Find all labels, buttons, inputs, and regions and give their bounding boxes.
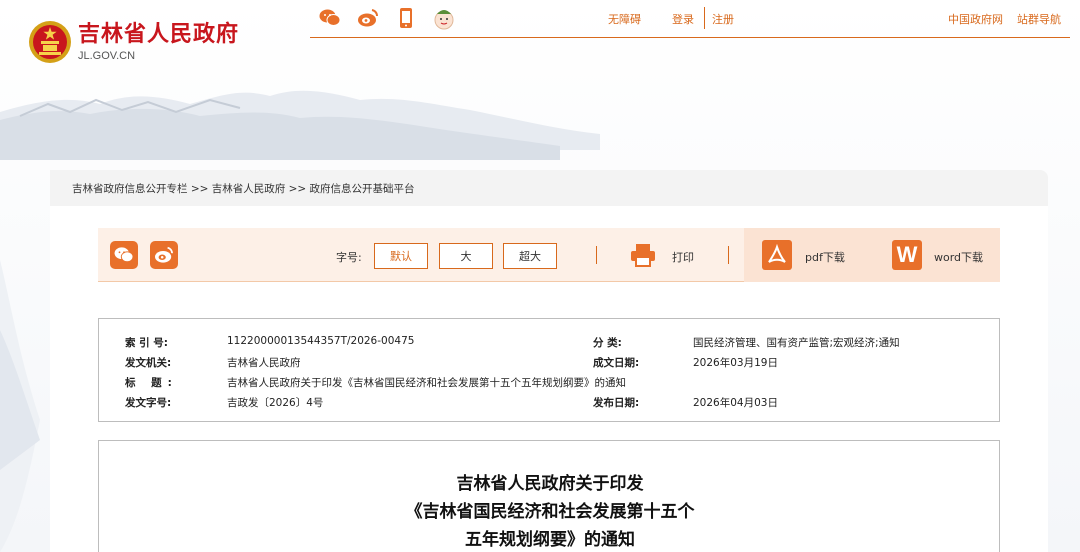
doc-no-label: 发文字号: xyxy=(125,397,172,409)
title-value: 吉林省人民政府关于印发《吉林省国民经济和社会发展第十五个五年规划纲要》的通知 xyxy=(227,377,626,389)
top-bar: 无障碍 登录 注册 中国政府网 站群导航 xyxy=(310,0,1070,38)
pdf-download-button[interactable]: pdf下载 xyxy=(805,249,845,265)
word-icon[interactable]: W xyxy=(892,240,922,270)
breadcrumb-bar: 吉林省政府信息公开专栏 >> 吉林省人民政府 >> 政府信息公开基础平台 xyxy=(50,170,1048,206)
written-date-label: 成文日期: xyxy=(593,357,640,369)
issuer-label: 发文机关: xyxy=(125,357,172,369)
social-links xyxy=(318,6,456,30)
publish-date-value: 2026年04月03日 xyxy=(693,397,778,409)
printer-icon[interactable] xyxy=(630,242,656,268)
wechat-icon[interactable] xyxy=(318,6,342,30)
mascot-icon[interactable] xyxy=(432,6,456,30)
issuer-value: 吉林省人民政府 xyxy=(227,357,301,369)
site-logo[interactable]: 吉林省人民政府 JL.GOV.CN xyxy=(28,20,239,64)
document-meta-table: 索 引 号: 11220000013544357T/2026-00475 分 类… xyxy=(98,318,1000,422)
mobile-icon[interactable] xyxy=(394,6,418,30)
site-domain: JL.GOV.CN xyxy=(78,50,136,62)
pdf-icon[interactable] xyxy=(762,240,792,270)
index-no-value: 11220000013544357T/2026-00475 xyxy=(227,335,415,347)
document-title-line: 吉林省人民政府关于印发 xyxy=(456,474,644,494)
written-date-value: 2026年03月19日 xyxy=(693,357,778,369)
print-button[interactable]: 打印 xyxy=(672,249,694,265)
login-link[interactable]: 登录 xyxy=(672,11,694,27)
title-label: 标 题: xyxy=(125,377,178,389)
category-label: 分 类: xyxy=(593,337,622,349)
category-value: 国民经济管理、国有资产监管;宏观经济;通知 xyxy=(693,337,900,349)
article-toolbar: 字号: 默认 大 超大 打印 pdf下载 W word下载 xyxy=(98,228,1000,282)
divider xyxy=(728,246,729,264)
site-name: 吉林省人民政府 xyxy=(78,22,240,47)
accessibility-link[interactable]: 无障碍 xyxy=(608,11,641,27)
document-body: 吉林省人民政府关于印发 《吉林省国民经济和社会发展第十五个 五年规划纲要》的通知 xyxy=(98,440,1000,552)
document-title-line: 五年规划纲要》的通知 xyxy=(465,530,635,550)
wechat-share-icon[interactable] xyxy=(110,241,138,269)
doc-no-value: 吉政发〔2026〕4号 xyxy=(227,397,324,409)
font-size-default-button[interactable]: 默认 xyxy=(374,243,428,269)
gov-portal-link[interactable]: 中国政府网 xyxy=(948,11,1003,27)
publish-date-label: 发布日期: xyxy=(593,397,640,409)
divider xyxy=(704,7,705,29)
index-no-label: 索 引 号: xyxy=(125,337,169,349)
register-link[interactable]: 注册 xyxy=(712,11,734,27)
weibo-share-icon[interactable] xyxy=(150,241,178,269)
font-size-large-button[interactable]: 大 xyxy=(439,243,493,269)
font-size-xlarge-button[interactable]: 超大 xyxy=(503,243,557,269)
site-nav-link[interactable]: 站群导航 xyxy=(1017,11,1061,27)
weibo-icon[interactable] xyxy=(356,6,380,30)
document-title-line: 《吉林省国民经济和社会发展第十五个 xyxy=(405,502,695,522)
font-size-label: 字号: xyxy=(336,251,362,264)
word-download-button[interactable]: word下载 xyxy=(934,249,983,265)
national-emblem-icon xyxy=(29,21,71,63)
divider xyxy=(596,246,597,264)
breadcrumb[interactable]: 吉林省政府信息公开专栏 >> 吉林省人民政府 >> 政府信息公开基础平台 xyxy=(72,181,415,196)
